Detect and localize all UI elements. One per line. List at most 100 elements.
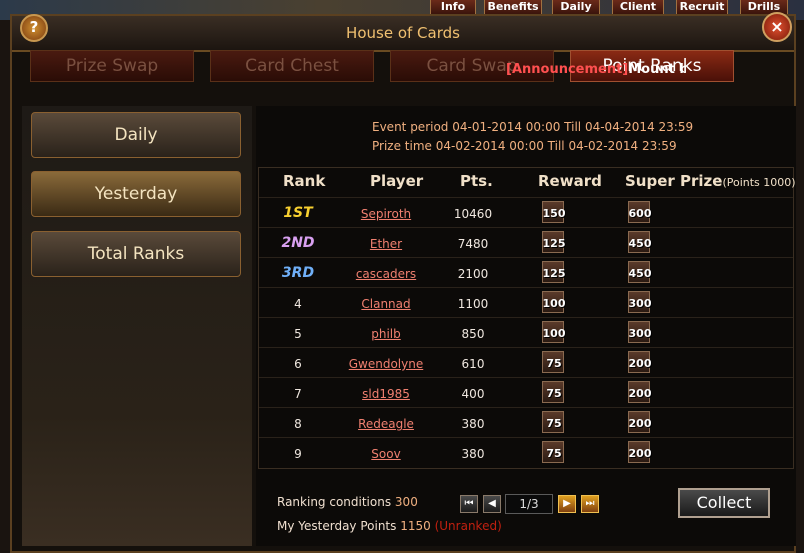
collect-button[interactable]: Collect xyxy=(678,488,770,518)
super-prize-chest-icon-value: 200 xyxy=(628,417,652,430)
header-super-prize-note: (Points 1000) xyxy=(722,176,796,189)
table-row: 8 Redeagle 380 75 200 xyxy=(259,407,793,437)
prev-page-icon[interactable]: ◀ xyxy=(483,495,501,513)
points-cell: 610 xyxy=(461,357,485,371)
rank-cell: 8 xyxy=(294,417,302,431)
points-cell: 400 xyxy=(461,387,485,401)
player-link[interactable]: philb xyxy=(331,327,441,341)
super-prize-chest-icon[interactable]: 450 xyxy=(628,261,651,283)
super-prize-chest-icon[interactable]: 450 xyxy=(628,231,651,253)
header-pts: Pts. xyxy=(460,172,493,190)
table-row: 6 Gwendolyne 610 75 200 xyxy=(259,347,793,377)
table-row: 2ND Ether 7480 125 450 xyxy=(259,227,793,257)
last-page-icon[interactable]: ⏭ xyxy=(581,495,599,513)
super-prize-chest-icon-value: 450 xyxy=(628,237,652,250)
player-link[interactable]: sld1985 xyxy=(331,387,441,401)
super-prize-chest-icon-value: 200 xyxy=(628,447,652,460)
reward-chest-icon-value: 100 xyxy=(542,327,566,340)
player-link[interactable]: Clannad xyxy=(331,297,441,311)
hud-button-info[interactable]: Info xyxy=(430,0,476,15)
player-link[interactable]: Gwendolyne xyxy=(331,357,441,371)
ranking-conditions-value: 300 xyxy=(394,495,418,509)
points-cell: 1100 xyxy=(457,297,489,311)
super-prize-chest-icon-value: 600 xyxy=(628,207,652,220)
announcement-tag: [Announcement] xyxy=(506,62,629,77)
reward-chest-icon-value: 100 xyxy=(542,297,566,310)
reward-chest-icon[interactable]: 100 xyxy=(542,291,565,313)
reward-chest-icon-value: 150 xyxy=(542,207,566,220)
menu-yesterday-button[interactable]: Yesterday xyxy=(31,171,241,217)
reward-chest-icon[interactable]: 125 xyxy=(542,231,565,253)
super-prize-chest-icon-value: 200 xyxy=(628,387,652,400)
rank-cell: 6 xyxy=(294,357,302,371)
page-indicator: 1/3 xyxy=(505,494,553,514)
reward-chest-icon[interactable]: 75 xyxy=(542,381,564,403)
reward-chest-icon-value: 75 xyxy=(546,417,562,430)
points-cell: 850 xyxy=(461,327,485,341)
reward-chest-icon[interactable]: 150 xyxy=(542,201,565,223)
rank-cell: 2ND xyxy=(281,235,315,251)
first-page-icon[interactable]: ⏮ xyxy=(460,495,478,513)
super-prize-chest-icon[interactable]: 300 xyxy=(628,291,651,313)
hud-button-daily[interactable]: Daily xyxy=(552,0,600,15)
reward-chest-icon-value: 75 xyxy=(546,387,562,400)
table-row: 7 sld1985 400 75 200 xyxy=(259,377,793,407)
points-cell: 7480 xyxy=(457,237,489,251)
super-prize-chest-icon-value: 450 xyxy=(628,267,652,280)
table-row: 3RD cascaders 2100 125 450 xyxy=(259,257,793,287)
help-icon[interactable]: ? xyxy=(20,14,48,42)
reward-chest-icon[interactable]: 100 xyxy=(542,321,565,343)
rank-cell: 5 xyxy=(294,327,302,341)
prize-time: Prize time 04-02-2014 00:00 Till 04-02-2… xyxy=(372,139,677,153)
announcement-ticker: [Announcement]Mount bo xyxy=(506,62,686,78)
rank-status: (Unranked) xyxy=(434,519,502,533)
my-points-value: 1150 xyxy=(400,519,431,533)
ranking-conditions: Ranking conditions 300 xyxy=(277,495,418,509)
tab-prize-swap[interactable]: Prize Swap xyxy=(30,50,194,82)
header-player: Player xyxy=(370,172,424,190)
ranking-conditions-label: Ranking conditions xyxy=(277,495,392,509)
tab-card-chest[interactable]: Card Chest xyxy=(210,50,374,82)
header-super-prize: Super Prize(Points 1000) xyxy=(625,172,796,190)
super-prize-chest-icon[interactable]: 600 xyxy=(628,201,651,223)
rank-cell: 1ST xyxy=(283,205,313,221)
rank-cell: 3RD xyxy=(281,265,315,281)
table-row: 9 Soov 380 75 200 xyxy=(259,437,793,467)
reward-chest-icon-value: 125 xyxy=(542,237,566,250)
next-page-icon[interactable]: ▶ xyxy=(558,495,576,513)
rank-cell: 7 xyxy=(294,387,302,401)
super-prize-chest-icon[interactable]: 300 xyxy=(628,321,651,343)
reward-chest-icon[interactable]: 75 xyxy=(542,441,564,463)
hud-button-client[interactable]: Client xyxy=(612,0,664,15)
player-link[interactable]: Soov xyxy=(331,447,441,461)
menu-daily-button[interactable]: Daily xyxy=(31,112,241,158)
reward-chest-icon[interactable]: 75 xyxy=(542,411,564,433)
player-link[interactable]: Redeagle xyxy=(331,417,441,431)
reward-chest-icon[interactable]: 75 xyxy=(542,351,564,373)
points-cell: 10460 xyxy=(453,207,493,221)
header-super-prize-label: Super Prize xyxy=(625,172,723,190)
my-points: My Yesterday Points 1150 (Unranked) xyxy=(277,519,502,533)
super-prize-chest-icon-value: 300 xyxy=(628,327,652,340)
super-prize-chest-icon-value: 200 xyxy=(628,357,652,370)
announcement-message: Mount bo xyxy=(628,62,686,77)
menu-total-ranks-button[interactable]: Total Ranks xyxy=(31,231,241,277)
super-prize-chest-icon[interactable]: 200 xyxy=(628,351,651,373)
rank-cell: 9 xyxy=(294,447,302,461)
player-link[interactable]: Ether xyxy=(331,237,441,251)
super-prize-chest-icon[interactable]: 200 xyxy=(628,381,651,403)
event-period: Event period 04-01-2014 00:00 Till 04-04… xyxy=(372,120,694,134)
player-link[interactable]: Sepiroth xyxy=(331,207,441,221)
points-cell: 380 xyxy=(461,417,485,431)
hud-button-benefits[interactable]: Benefits xyxy=(484,0,542,15)
super-prize-chest-icon[interactable]: 200 xyxy=(628,441,651,463)
hud-button-recruit[interactable]: Recruit xyxy=(676,0,728,15)
super-prize-chest-icon[interactable]: 200 xyxy=(628,411,651,433)
player-link[interactable]: cascaders xyxy=(331,267,441,281)
rank-cell: 4 xyxy=(294,297,302,311)
reward-chest-icon[interactable]: 125 xyxy=(542,261,565,283)
table-row: 5 philb 850 100 300 xyxy=(259,317,793,347)
reward-chest-icon-value: 125 xyxy=(542,267,566,280)
close-icon[interactable]: × xyxy=(762,12,792,42)
header-rank: Rank xyxy=(283,172,326,190)
